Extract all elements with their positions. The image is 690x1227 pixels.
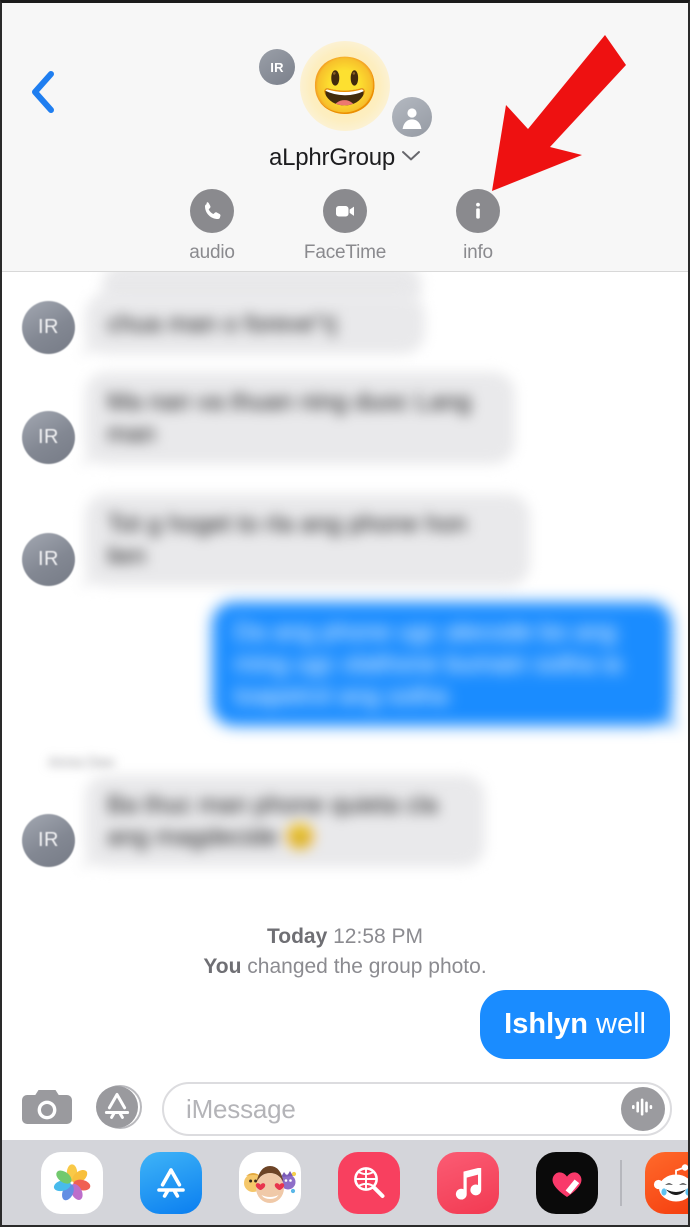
avatar[interactable]: IR — [22, 301, 75, 354]
message-row-sent-latest[interactable]: Ishlyn well — [480, 990, 670, 1060]
message-thread[interactable]: IR chua man o foreve"rj IR Ma nan va thu… — [2, 272, 688, 1073]
images-gif-search-icon — [337, 1151, 400, 1214]
camera-button[interactable] — [18, 1084, 76, 1134]
message-bubble[interactable]: Ba thuc man phone quieta cla ang magdeci… — [85, 775, 485, 867]
participant-avatar-initials[interactable]: IR — [259, 49, 295, 85]
audio-waveform-icon — [630, 1096, 656, 1123]
info-circle-icon — [456, 189, 500, 233]
avatar[interactable]: IR — [22, 411, 75, 464]
message-bubble[interactable]: Ma nan va thuan ning duoc Lang man — [85, 372, 515, 464]
info-label: info — [463, 242, 493, 263]
dock-item-images[interactable] — [319, 1151, 418, 1214]
group-photo-emoji[interactable]: 😃 — [300, 41, 390, 131]
avatar[interactable]: IR — [22, 533, 75, 586]
header-action-buttons: audio FaceTime info — [2, 189, 688, 264]
facetime-label: FaceTime — [303, 242, 387, 263]
imessage-input[interactable]: iMessage — [162, 1082, 672, 1136]
system-message: Today 12:58 PM You changed the group pho… — [2, 922, 688, 982]
app-store-app-icon — [139, 1151, 202, 1214]
message-text-name: Ishlyn — [504, 1008, 588, 1040]
message-row[interactable]: IR Tot g hoget to rla ang phone hon lien — [22, 494, 530, 586]
timestamp-day: Today — [266, 925, 328, 948]
avatar-initials: IR — [38, 829, 59, 851]
message-group: Anna Dao IR Ba thuc man phone quieta cla… — [22, 754, 485, 867]
avatar-initials: IR — [38, 316, 59, 338]
system-timestamp: Today 12:58 PM — [2, 922, 688, 952]
system-message-text: You changed the group photo. — [2, 952, 688, 982]
facetime-button[interactable]: FaceTime — [279, 189, 412, 264]
message-bubble[interactable]: Ishlyn well — [480, 990, 670, 1060]
person-icon — [399, 104, 425, 130]
camera-icon — [21, 1086, 73, 1133]
participant-avatar-placeholder[interactable] — [392, 97, 432, 137]
message-row[interactable]: IR chua man o foreve"rj — [22, 294, 425, 354]
apps-button[interactable] — [90, 1084, 148, 1134]
audio-record-button[interactable] — [621, 1087, 665, 1131]
group-avatar-cluster[interactable]: IR 😃 — [2, 41, 688, 137]
message-row[interactable]: IR Ba thuc man phone quieta cla ang magd… — [22, 775, 485, 867]
audio-call-button[interactable]: audio — [146, 189, 279, 264]
info-button[interactable]: info — [412, 189, 545, 264]
dock-item-reddit[interactable] — [626, 1151, 688, 1214]
message-row[interactable]: IR Ma nan va thuan ning duoc Lang man — [22, 372, 515, 464]
message-text-rest: well — [587, 1008, 646, 1040]
system-actor: You — [203, 954, 242, 978]
messages-screen: IR 😃 aLphrGroup audio FaceTime info IR c… — [0, 0, 690, 1227]
message-sender-label: Anna Dao — [48, 754, 115, 771]
participant-initials: IR — [270, 59, 284, 75]
video-camera-icon — [323, 189, 367, 233]
dock-item-app-store[interactable] — [121, 1151, 220, 1214]
audio-call-label: audio — [189, 242, 235, 263]
digital-touch-heart-icon — [535, 1151, 598, 1214]
avatar-initials: IR — [38, 548, 59, 570]
apple-music-icon — [436, 1151, 499, 1214]
memoji-stickers-icon — [238, 1151, 301, 1214]
photos-app-icon — [40, 1151, 103, 1214]
imessage-placeholder: iMessage — [186, 1093, 296, 1124]
reddit-app-icon — [644, 1151, 688, 1214]
app-dock — [2, 1140, 688, 1225]
message-bubble[interactable]: Tot g hoget to rla ang phone hon lien — [85, 494, 530, 586]
conversation-header: IR 😃 aLphrGroup audio FaceTime info — [2, 3, 688, 272]
group-name-row[interactable]: aLphrGroup — [2, 144, 688, 172]
dock-item-photos[interactable] — [22, 1151, 121, 1214]
group-name: aLphrGroup — [268, 144, 396, 171]
phone-icon — [190, 189, 234, 233]
avatar-initials: IR — [38, 426, 59, 448]
dock-separator — [620, 1159, 622, 1206]
message-bubble[interactable]: Da ang phone ugc alecode bo ang ming ugc… — [212, 602, 672, 726]
chevron-down-icon[interactable] — [401, 149, 421, 167]
dock-item-memoji[interactable] — [220, 1151, 319, 1214]
message-row-sent[interactable]: Da ang phone ugc alecode bo ang ming ugc… — [212, 602, 672, 726]
dock-item-music[interactable] — [418, 1151, 517, 1214]
system-action-text: changed the group photo. — [241, 954, 487, 978]
avatar[interactable]: IR — [22, 814, 75, 867]
timestamp-time: 12:58 PM — [333, 925, 424, 948]
app-store-icon — [94, 1083, 144, 1136]
message-bubble[interactable]: chua man o foreve"rj — [85, 294, 425, 354]
message-composer: iMessage — [2, 1073, 688, 1145]
dock-item-digital-touch[interactable] — [517, 1151, 616, 1214]
